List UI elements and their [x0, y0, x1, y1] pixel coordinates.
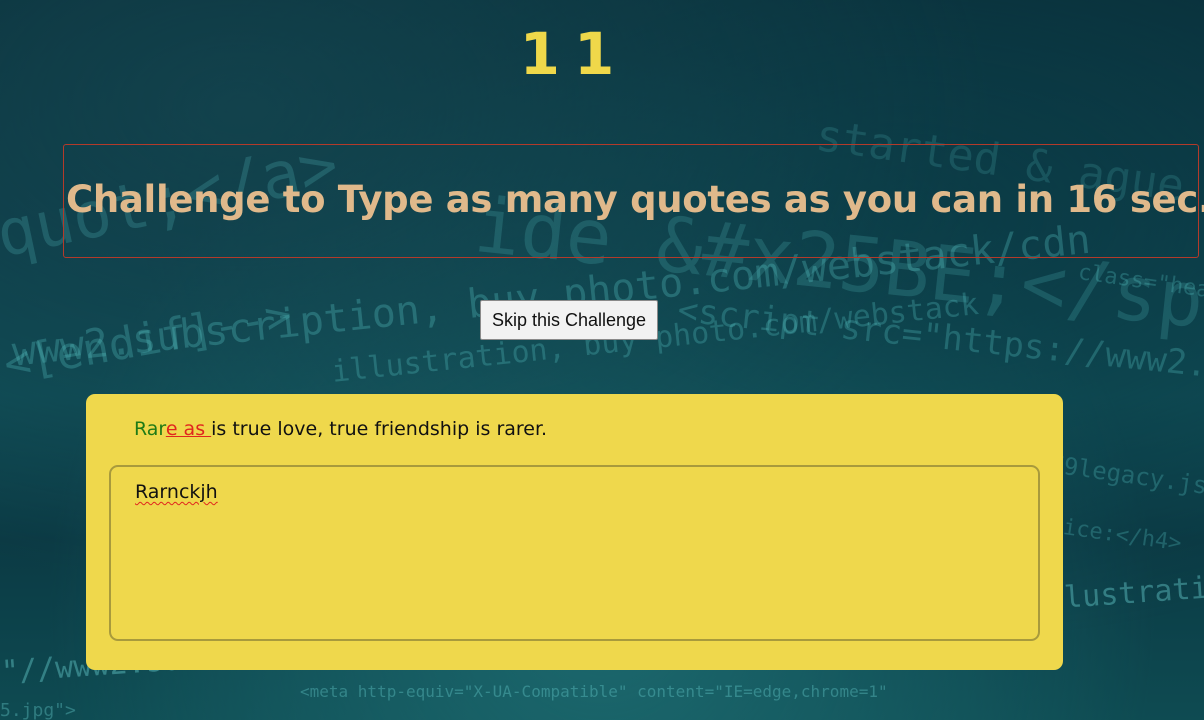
quote-incorrect-part: e as: [165, 418, 212, 440]
challenge-title: Challenge to Type as many quotes as you …: [66, 178, 1204, 221]
background-code-text: ice:</h4>: [1061, 515, 1184, 557]
countdown-timer: 11: [519, 20, 629, 88]
quote-remaining-part: is true love, true friendship is rarer.: [211, 418, 548, 440]
background-code-text: <script src="https://www2.subscr: [675, 290, 1204, 399]
quote-correct-part: Rar: [134, 418, 166, 440]
quote-card: Rare as is true love, true friendship is…: [86, 394, 1063, 670]
background-code-text: 5.jpg">: [0, 700, 76, 720]
background-code-text: <[endif]-->: [0, 289, 296, 391]
skip-challenge-button[interactable]: Skip this Challenge: [480, 300, 658, 340]
background-code-text: <meta http-equiv="X-UA-Compatible" conte…: [300, 682, 888, 701]
quote-text: Rare as is true love, true friendship is…: [134, 418, 547, 440]
background-code-text: class="header: [1076, 260, 1204, 309]
typing-input[interactable]: Rarnckjh: [109, 465, 1040, 641]
typed-text: Rarnckjh: [135, 481, 218, 503]
